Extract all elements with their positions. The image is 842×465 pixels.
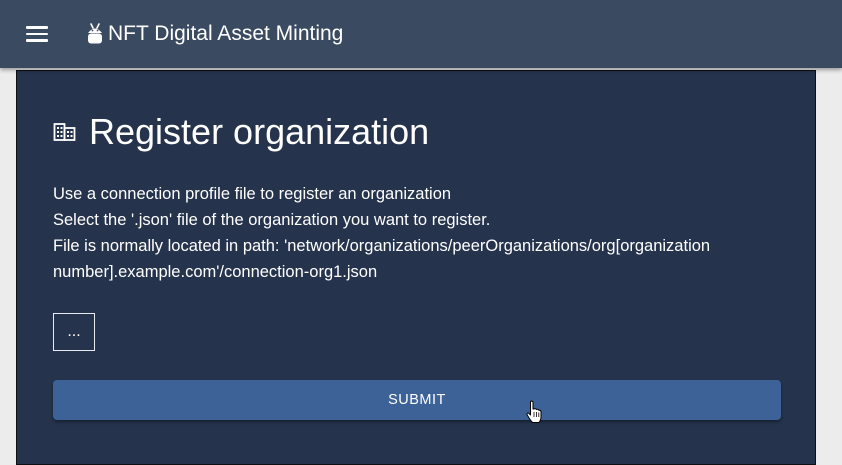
register-organization-card: Register organization Use a connection p… [16, 70, 816, 465]
file-select-button[interactable]: ... [53, 313, 95, 351]
card-header: Register organization [53, 111, 429, 153]
description: Use a connection profile file to registe… [53, 181, 793, 285]
description-line: File is normally located in path: 'netwo… [53, 237, 711, 255]
description-line: number].example.com'/connection-org1.jso… [53, 263, 378, 281]
hand-cursor-icon [526, 400, 542, 423]
page-title: Register organization [89, 111, 430, 152]
menu-icon[interactable] [26, 22, 50, 46]
android-icon [88, 23, 102, 44]
app-bar: NFT Digital Asset Minting [0, 0, 842, 68]
business-icon [53, 123, 76, 141]
page-background [0, 68, 16, 457]
brand: NFT Digital Asset Minting [86, 22, 343, 46]
description-line: Select the '.json' file of the organizat… [53, 211, 491, 229]
submit-button[interactable]: SUBMIT [53, 380, 781, 420]
description-line: Use a connection profile file to registe… [53, 185, 452, 203]
app-title: NFT Digital Asset Minting [108, 22, 344, 45]
